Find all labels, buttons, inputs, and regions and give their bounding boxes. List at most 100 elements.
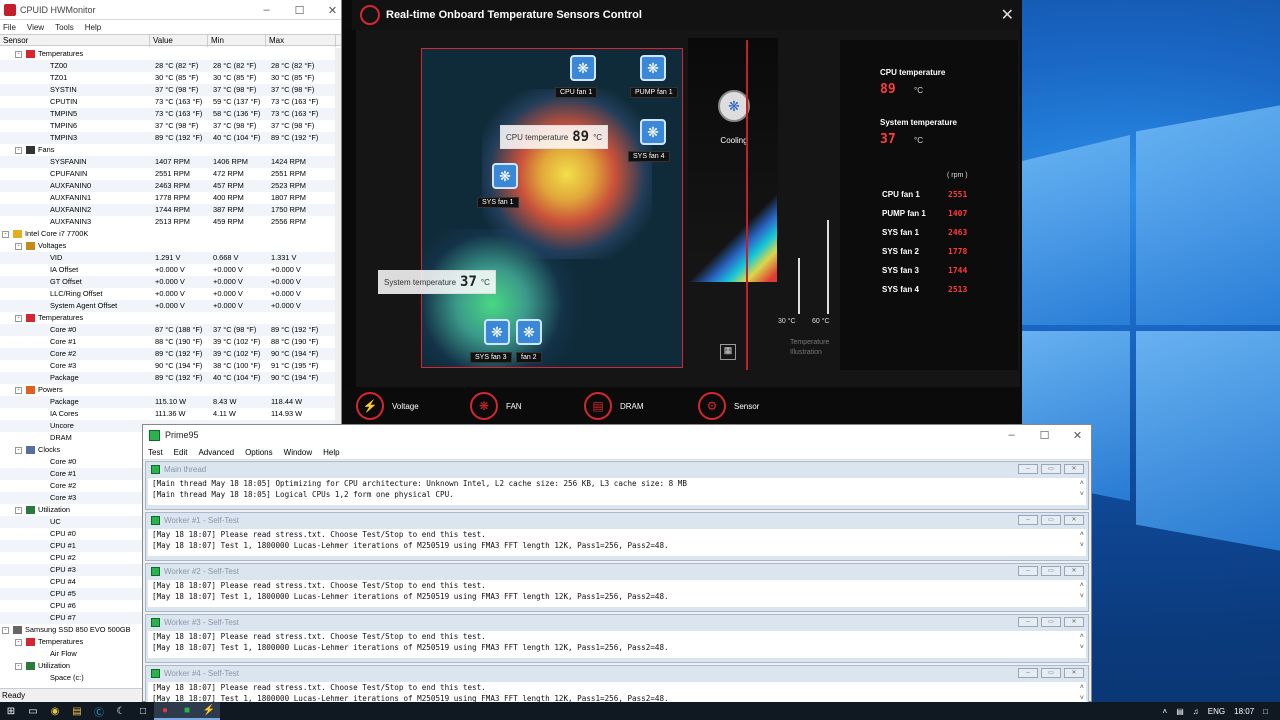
chevron-up-icon[interactable]: ˄ xyxy=(1163,707,1168,716)
maximize-icon[interactable]: ☐ xyxy=(1028,425,1061,445)
steam-icon[interactable]: ☾ xyxy=(110,702,132,720)
prime95-taskbar-icon[interactable]: ■ xyxy=(176,702,198,720)
start-icon[interactable]: ⊞ xyxy=(0,702,22,720)
collapse-toggle-icon[interactable]: - xyxy=(15,507,22,514)
table-row[interactable]: VID 1.291 V 0.668 V 1.331 V xyxy=(0,252,336,264)
minimize-icon[interactable]: – xyxy=(250,0,283,20)
close-icon[interactable]: ✕ xyxy=(1064,464,1084,474)
hwmonitor-taskbar-icon[interactable]: ● xyxy=(154,702,176,720)
close-icon[interactable]: ✕ xyxy=(1064,515,1084,525)
table-row[interactable]: SYSTIN 37 °C (98 °F) 37 °C (98 °F) 37 °C (9… xyxy=(0,84,336,96)
minimize-icon[interactable]: – xyxy=(1018,617,1038,627)
worker-title-bar[interactable]: Worker #2 - Self-Test – ▭ ✕ xyxy=(146,564,1088,578)
collapse-toggle-icon[interactable]: - xyxy=(15,387,22,394)
nav-fan[interactable]: ❋ FAN xyxy=(470,392,570,420)
table-row[interactable]: Core #3 90 °C (194 °F) 38 °C (100 °F) 91 °C… xyxy=(0,360,336,372)
title-bar[interactable]: Prime95 xyxy=(143,425,1091,445)
task-view-icon[interactable]: ▭ xyxy=(22,702,44,720)
tree-node[interactable]: - Intel Core i7 7700K xyxy=(0,228,336,240)
worker-log[interactable]: [May 18 18:07] Please read stress.txt. C… xyxy=(148,631,1086,658)
column-sensor[interactable]: Sensor xyxy=(0,35,150,47)
minimize-icon[interactable]: – xyxy=(1018,464,1038,474)
worker-window[interactable]: Worker #3 - Self-Test – ▭ ✕ [May 18 18:07] P… xyxy=(145,614,1089,663)
table-row[interactable]: GT Offset +0.000 V +0.000 V +0.000 V xyxy=(0,276,336,288)
collapse-toggle-icon[interactable]: - xyxy=(15,663,22,670)
sys-temp-box[interactable]: System temperature 37 °C xyxy=(378,270,496,294)
close-icon[interactable]: ✕ xyxy=(1064,566,1084,576)
fan-icon[interactable]: ❋ xyxy=(516,319,542,345)
msi-taskbar-icon[interactable]: ⚡ xyxy=(198,702,220,720)
monitor-app-icon[interactable]: □ xyxy=(132,702,154,720)
minimize-icon[interactable]: – xyxy=(1018,668,1038,678)
table-row[interactable]: CPUFANIN 2551 RPM 472 RPM 2551 RPM xyxy=(0,168,336,180)
table-row[interactable]: LLC/Ring Offset +0.000 V +0.000 V +0.000 V xyxy=(0,288,336,300)
menu-file[interactable]: File xyxy=(3,23,16,32)
worker-title-bar[interactable]: Worker #3 - Self-Test – ▭ ✕ xyxy=(146,615,1088,629)
log-scrollbar[interactable]: ˄ ˅ xyxy=(1080,580,1084,602)
worker-title-bar[interactable]: Worker #1 - Self-Test – ▭ ✕ xyxy=(146,513,1088,527)
table-row[interactable]: CPUTIN 73 °C (163 °F) 59 °C (137 °F) 73 °C … xyxy=(0,96,336,108)
worker-window[interactable]: Main thread – ▭ ✕ [Main thread May 18 18:05]… xyxy=(145,461,1089,510)
chrome-icon[interactable]: ◉ xyxy=(44,702,66,720)
menu-tools[interactable]: Tools xyxy=(55,23,74,32)
illustration-toggle-icon[interactable]: ▦ xyxy=(720,344,736,360)
table-row[interactable]: TZ00 28 °C (82 °F) 28 °C (82 °F) 28 °C (82 … xyxy=(0,60,336,72)
table-row[interactable]: TZ01 30 °C (85 °F) 30 °C (85 °F) 30 °C (85 … xyxy=(0,72,336,84)
table-row[interactable]: Core #1 88 °C (190 °F) 39 °C (102 °F) 88 °C… xyxy=(0,336,336,348)
folder-icon[interactable]: ▤ xyxy=(66,702,88,720)
language-indicator[interactable]: ENG xyxy=(1208,707,1225,716)
tree-node[interactable]: - Temperatures xyxy=(0,48,336,60)
minimize-icon[interactable]: – xyxy=(1018,515,1038,525)
collapse-toggle-icon[interactable]: - xyxy=(2,627,9,634)
nav-dram[interactable]: ▤ DRAM xyxy=(584,392,684,420)
column-max[interactable]: Max xyxy=(266,35,336,47)
tree-node[interactable]: - Temperatures xyxy=(0,312,336,324)
tree-node[interactable]: - Powers xyxy=(0,384,336,396)
notification-icon[interactable]: □ xyxy=(1263,707,1268,716)
fan-icon[interactable]: ❋ xyxy=(640,55,666,81)
menu-test[interactable]: Test xyxy=(148,448,163,457)
menu-window[interactable]: Window xyxy=(284,448,312,457)
column-value[interactable]: Value xyxy=(150,35,208,47)
network-icon[interactable]: ▤ xyxy=(1176,707,1184,716)
log-scrollbar[interactable]: ˄ ˅ xyxy=(1080,529,1084,551)
restore-icon[interactable]: ▭ xyxy=(1041,668,1061,678)
maximize-icon[interactable]: ☐ xyxy=(283,0,316,20)
menu-view[interactable]: View xyxy=(27,23,44,32)
table-row[interactable]: TMPIN3 89 °C (192 °F) 40 °C (104 °F) 89 °C … xyxy=(0,132,336,144)
log-scrollbar[interactable]: ˄ ˅ xyxy=(1080,682,1084,704)
menu-help[interactable]: Help xyxy=(323,448,339,457)
table-row[interactable]: System Agent Offset +0.000 V +0.000 V +0.00… xyxy=(0,300,336,312)
fan-icon[interactable]: ❋ xyxy=(570,55,596,81)
collapse-toggle-icon[interactable]: - xyxy=(15,315,22,322)
tree-node[interactable]: - Fans xyxy=(0,144,336,156)
msi-title-bar[interactable]: Real-time Onboard Temperature Sensors Co… xyxy=(352,0,1022,30)
collapse-toggle-icon[interactable]: - xyxy=(15,147,22,154)
table-row[interactable]: Core #0 87 °C (188 °F) 37 °C (98 °F) 89 °C … xyxy=(0,324,336,336)
collapse-toggle-icon[interactable]: - xyxy=(15,447,22,454)
table-row[interactable]: TMPIN5 73 °C (163 °F) 58 °C (136 °F) 73 °C … xyxy=(0,108,336,120)
table-row[interactable]: Package 89 °C (192 °F) 40 °C (104 °F) 90 °C… xyxy=(0,372,336,384)
table-row[interactable]: IA Cores 111.36 W 4.11 W 114.93 W xyxy=(0,408,336,420)
restore-icon[interactable]: ▭ xyxy=(1041,566,1061,576)
table-row[interactable]: AUXFANIN2 1744 RPM 387 RPM 1750 RPM xyxy=(0,204,336,216)
worker-log[interactable]: [May 18 18:07] Please read stress.txt. C… xyxy=(148,529,1086,556)
worker-title-bar[interactable]: Main thread – ▭ ✕ xyxy=(146,462,1088,476)
close-icon[interactable]: ✕ xyxy=(1001,5,1014,25)
minimize-icon[interactable]: – xyxy=(1018,566,1038,576)
volume-icon[interactable]: ♫ xyxy=(1193,707,1199,716)
fan-icon[interactable]: ❋ xyxy=(484,319,510,345)
collapse-toggle-icon[interactable]: - xyxy=(15,243,22,250)
fan-icon[interactable]: ❋ xyxy=(492,163,518,189)
skype-icon[interactable]: Ⓒ xyxy=(88,702,110,720)
table-row[interactable]: IA Offset +0.000 V +0.000 V +0.000 V xyxy=(0,264,336,276)
table-row[interactable]: AUXFANIN3 2513 RPM 459 RPM 2556 RPM xyxy=(0,216,336,228)
worker-title-bar[interactable]: Worker #4 - Self-Test – ▭ ✕ xyxy=(146,666,1088,680)
worker-log[interactable]: [May 18 18:07] Please read stress.txt. C… xyxy=(148,580,1086,607)
fan-icon[interactable]: ❋ xyxy=(640,119,666,145)
close-icon[interactable]: ✕ xyxy=(1061,425,1094,445)
minimize-icon[interactable]: – xyxy=(995,425,1028,445)
restore-icon[interactable]: ▭ xyxy=(1041,617,1061,627)
table-row[interactable]: AUXFANIN0 2463 RPM 457 RPM 2523 RPM xyxy=(0,180,336,192)
close-icon[interactable]: ✕ xyxy=(1064,668,1084,678)
